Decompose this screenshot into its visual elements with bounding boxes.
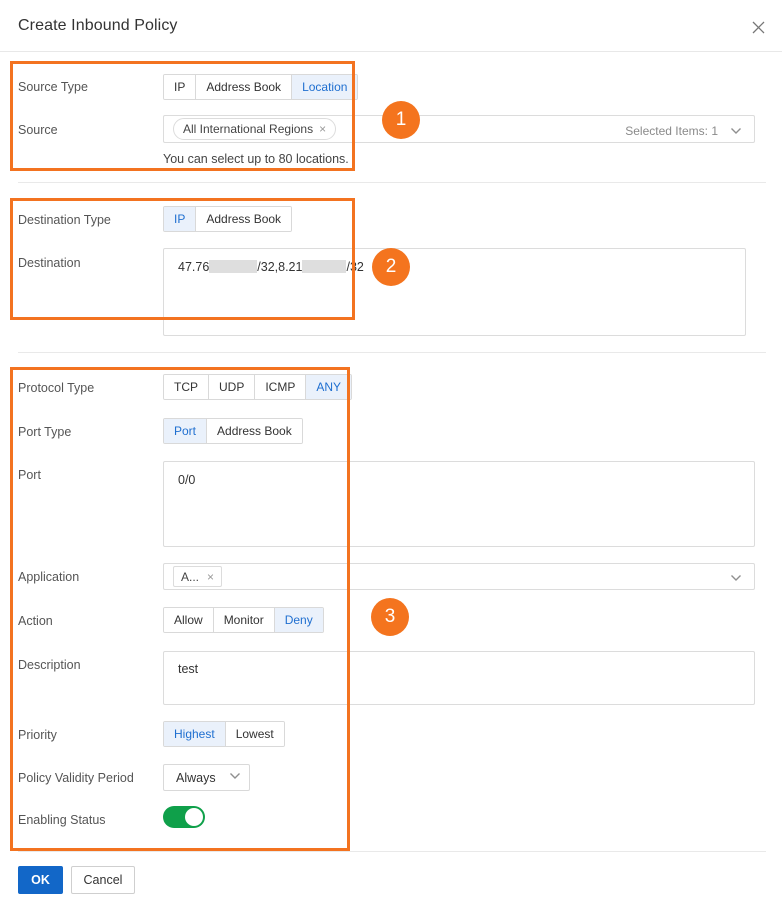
chevron-down-icon[interactable] <box>229 770 241 785</box>
description-value: test <box>178 662 199 676</box>
segment-source-type-ip[interactable]: IP <box>164 75 197 99</box>
source-tag-label: All International Regions <box>183 122 314 136</box>
destination-value-part3: /32 <box>346 260 364 274</box>
cancel-button[interactable]: Cancel <box>71 866 135 894</box>
destination-value-part1: 47.76 <box>178 260 210 274</box>
port-label: Port <box>18 468 41 482</box>
protocol-type-label: Protocol Type <box>18 381 95 395</box>
create-inbound-policy-dialog: Create Inbound Policy Source Type IP Add… <box>0 0 782 901</box>
segment-source-type-address-book[interactable]: Address Book <box>196 75 293 99</box>
segment-port-type-address-book[interactable]: Address Book <box>207 419 302 443</box>
segment-priority-highest[interactable]: Highest <box>164 722 226 746</box>
application-tag-remove-icon[interactable]: × <box>207 571 214 583</box>
source-hint: You can select up to 80 locations. <box>163 152 349 166</box>
port-textarea[interactable]: 0/0 <box>163 461 755 547</box>
segment-protocol-icmp[interactable]: ICMP <box>255 375 307 399</box>
policy-validity-value: Always <box>176 770 216 785</box>
application-tag[interactable]: A... × <box>173 566 223 587</box>
segment-protocol-any[interactable]: ANY <box>306 375 352 399</box>
page-title: Create Inbound Policy <box>18 17 178 34</box>
description-label: Description <box>18 658 81 672</box>
segment-port-type-port[interactable]: Port <box>164 419 208 443</box>
priority-label: Priority <box>18 728 57 742</box>
port-type-segmented[interactable]: Port Address Book <box>163 418 303 444</box>
segment-destination-type-address-book[interactable]: Address Book <box>196 207 292 231</box>
source-tag-remove-icon[interactable]: × <box>319 123 326 135</box>
description-textarea[interactable]: test <box>163 651 755 705</box>
destination-value: 47.76/32,8.21/32 <box>178 260 364 274</box>
application-tag-label: A... <box>181 569 200 584</box>
policy-validity-label: Policy Validity Period <box>18 771 134 785</box>
port-value: 0/0 <box>178 473 196 487</box>
priority-segmented[interactable]: Highest Lowest <box>163 721 285 747</box>
action-label: Action <box>18 614 53 628</box>
ok-button[interactable]: OK <box>18 866 63 894</box>
section-divider-2 <box>18 352 766 353</box>
segment-action-monitor[interactable]: Monitor <box>213 608 275 632</box>
segment-priority-lowest[interactable]: Lowest <box>225 722 284 746</box>
port-type-label: Port Type <box>18 425 72 439</box>
destination-label: Destination <box>18 256 81 270</box>
application-label: Application <box>18 570 80 584</box>
redaction-block-2 <box>302 260 347 273</box>
destination-type-segmented[interactable]: IP Address Book <box>163 206 293 232</box>
source-type-segmented[interactable]: IP Address Book Location <box>163 74 359 100</box>
chevron-down-icon[interactable] <box>730 125 742 137</box>
annotation-badge-3: 3 <box>371 598 409 636</box>
close-icon[interactable] <box>746 15 770 39</box>
annotation-badge-1: 1 <box>382 101 420 139</box>
segment-protocol-tcp[interactable]: TCP <box>164 375 209 399</box>
selected-items-count: Selected Items: 1 <box>625 124 718 138</box>
section-divider-1 <box>18 182 766 183</box>
toggle-knob <box>185 808 203 826</box>
destination-value-part2: /32,8.21 <box>257 260 303 274</box>
segment-source-type-location[interactable]: Location <box>292 75 358 99</box>
application-select[interactable]: A... × <box>163 563 755 590</box>
source-tag[interactable]: All International Regions × <box>173 118 337 140</box>
enabling-status-label: Enabling Status <box>18 813 106 827</box>
segment-action-deny[interactable]: Deny <box>274 608 323 632</box>
section-divider-3 <box>18 851 766 852</box>
protocol-type-segmented[interactable]: TCP UDP ICMP ANY <box>163 374 353 400</box>
selected-items-text: Selected Items: <box>625 124 708 138</box>
action-segmented[interactable]: Allow Monitor Deny <box>163 607 324 633</box>
destination-textarea[interactable]: 47.76/32,8.21/32 <box>163 248 746 336</box>
chevron-down-icon[interactable] <box>730 572 742 584</box>
redaction-block-1 <box>209 260 258 273</box>
segment-action-allow[interactable]: Allow <box>164 608 214 632</box>
selected-items-value: 1 <box>711 124 718 138</box>
segment-protocol-udp[interactable]: UDP <box>209 375 256 399</box>
annotation-badge-2: 2 <box>372 248 410 286</box>
segment-destination-type-ip[interactable]: IP <box>164 207 197 231</box>
source-type-label: Source Type <box>18 80 88 94</box>
source-select[interactable]: All International Regions × Selected Ite… <box>163 115 755 143</box>
dialog-header: Create Inbound Policy <box>0 0 782 52</box>
policy-validity-select[interactable]: Always <box>163 764 250 791</box>
enabling-status-toggle[interactable] <box>163 806 205 828</box>
destination-type-label: Destination Type <box>18 213 111 227</box>
source-label: Source <box>18 123 58 137</box>
